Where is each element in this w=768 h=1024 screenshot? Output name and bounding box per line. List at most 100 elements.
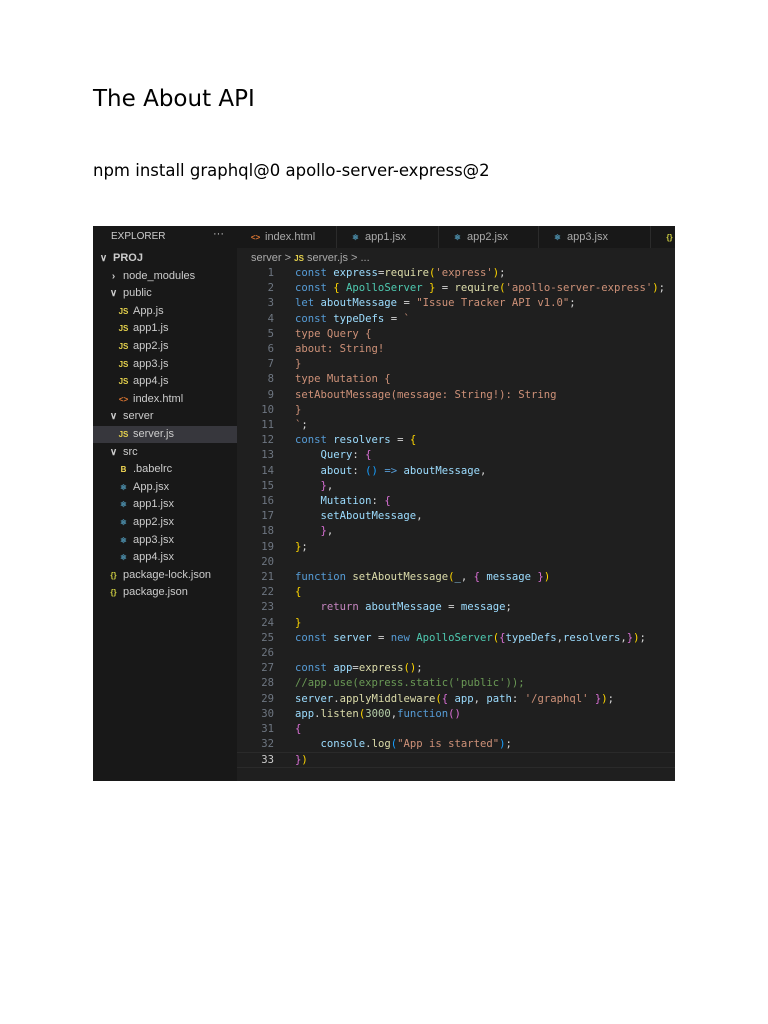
tree-item-app3-jsx[interactable]: ⚛ app3.jsx (93, 532, 237, 549)
code-token: aboutMessage (320, 297, 398, 310)
line-code: }, (295, 479, 334, 494)
editor-tabs: <> index.html ⚛ app1.jsx ⚛ app2.jsx ⚛ app3.jsx {… (237, 226, 675, 248)
line-number: 11 (261, 419, 274, 431)
code-line: 25 const server = new ApolloServer({typeD… (237, 631, 675, 646)
js-icon: JS (118, 430, 129, 439)
code-token: { (295, 586, 302, 599)
tree-item-app-js[interactable]: JS App.js (93, 303, 237, 320)
tab-index-html[interactable]: <> index.html (237, 226, 337, 248)
tree-item-public[interactable]: ∨ public (93, 285, 237, 302)
code-token: : (371, 495, 385, 507)
code-token: setAboutMessage (352, 571, 449, 583)
code-token: app (454, 692, 474, 705)
vscode-screenshot: EXPLORER ··· ∨ PROJ › node_modules ∨ public JS… (93, 226, 675, 781)
code-line: 2 const { ApolloServer } = require('apoll… (237, 281, 675, 296)
tree-item-app3-js[interactable]: JS app3.js (93, 356, 237, 373)
tree-item-app4-js[interactable]: JS app4.js (93, 373, 237, 390)
more-icon[interactable]: ··· (213, 228, 224, 240)
tree-item-app1-js[interactable]: JS app1.js (93, 320, 237, 337)
code-token: : (511, 692, 525, 705)
code-token: aboutMessage (403, 464, 480, 477)
line-number: 33 (261, 754, 274, 767)
line-code: }, (295, 524, 334, 539)
code-line: 3 let aboutMessage = "Issue Tracker API v… (237, 296, 675, 311)
tree-item-label: package.json (123, 586, 188, 599)
code-token: { (441, 692, 455, 705)
code-token: = (441, 282, 455, 295)
tree-item-label: server (123, 410, 154, 423)
tab-label: app1.jsx (365, 231, 406, 243)
line-code: } (295, 403, 301, 418)
code-token: console (320, 738, 366, 751)
line-number: 3 (267, 297, 274, 310)
code-token: => (377, 464, 404, 477)
js-file-icon: JS (294, 254, 304, 263)
tab-label: index.html (265, 231, 316, 243)
code-token: ; (301, 419, 308, 431)
breadcrumb-folder[interactable]: server (251, 252, 282, 264)
tree-item-server-js[interactable]: JS server.js (93, 426, 237, 443)
line-code: { (295, 585, 301, 600)
line-code: Query: { (295, 448, 372, 463)
code-token: , (460, 571, 474, 583)
tab-app2-jsx[interactable]: ⚛ app2.jsx (439, 226, 539, 248)
code-line: 15 }, (237, 479, 675, 494)
tree-item-server[interactable]: ∨ server (93, 408, 237, 425)
code-token: ApolloServer (346, 282, 423, 295)
tree-item-src[interactable]: ∨ src (93, 444, 237, 461)
tab-app1-jsx[interactable]: ⚛ app1.jsx (337, 226, 439, 248)
tree-item-label: package-lock.json (123, 568, 212, 581)
line-number: 29 (261, 692, 274, 705)
breadcrumb-file[interactable]: server.js (307, 252, 348, 264)
tree-item-node-modules[interactable]: › node_modules (93, 268, 237, 285)
tree-item-label: app2.js (133, 340, 169, 352)
tree-item-app1-jsx[interactable]: ⚛ app1.jsx (93, 496, 237, 513)
tree-item-package-json[interactable]: {} package.json (93, 584, 237, 601)
tree-item-package-lock-json[interactable]: {} package-lock.json (93, 567, 237, 584)
code-token: return (320, 601, 366, 614)
line-number: 5 (267, 327, 274, 340)
code-token: : (352, 464, 366, 477)
tree-item-index-html[interactable]: <> index.html (93, 391, 237, 408)
code-token: const (295, 267, 334, 279)
line-number: 16 (261, 495, 274, 507)
js-icon: JS (118, 306, 129, 316)
chevron-down-icon: ∨ (109, 288, 118, 300)
line-code: console.log("App is started"); (295, 737, 512, 752)
tree-item-app-jsx[interactable]: ⚛ App.jsx (93, 479, 237, 496)
code-token: } (531, 571, 544, 583)
code-line: 7} (237, 357, 675, 372)
code-token: ; (505, 738, 512, 751)
code-token: let (295, 297, 321, 310)
line-number: 21 (261, 571, 274, 583)
line-number: 7 (267, 358, 274, 371)
line-number: 8 (267, 373, 274, 386)
tree-item-label: App.js (133, 304, 164, 317)
line-code: Mutation: { (295, 494, 391, 509)
tree-item-app4-jsx[interactable]: ⚛ app4.jsx (93, 549, 237, 566)
code-line: 31 { (237, 722, 675, 737)
code-line: 19}; (237, 540, 675, 555)
json-icon: {} (666, 233, 673, 242)
tab-p[interactable]: {}p (651, 226, 675, 248)
tree-item-label: app1.jsx (133, 498, 174, 511)
code-token: , (326, 525, 334, 538)
code-token: express (333, 267, 378, 279)
code-token: = (371, 631, 391, 644)
tab-app3-jsx[interactable]: ⚛ app3.jsx (539, 226, 651, 248)
code-token: setAboutMessage(message: String!): Strin… (295, 388, 557, 401)
line-number: 31 (261, 723, 274, 735)
code-token: setAboutMessage (320, 510, 417, 523)
line-number: 14 (261, 464, 274, 477)
tree-item-app2-js[interactable]: JS app2.js (93, 338, 237, 355)
code-line: 22 { (237, 585, 675, 600)
code-token: { (333, 282, 347, 295)
line-code: app.listen(3000,function() (295, 707, 461, 722)
code-token: } (295, 358, 302, 371)
line-number: 24 (261, 616, 274, 629)
tree-item-proj[interactable]: ∨ PROJ (93, 250, 237, 267)
tree-item--babelrc[interactable]: B .babelrc (93, 461, 237, 478)
tree-item-app2-jsx[interactable]: ⚛ app2.jsx (93, 514, 237, 531)
breadcrumb-rest: > ... (351, 252, 370, 264)
